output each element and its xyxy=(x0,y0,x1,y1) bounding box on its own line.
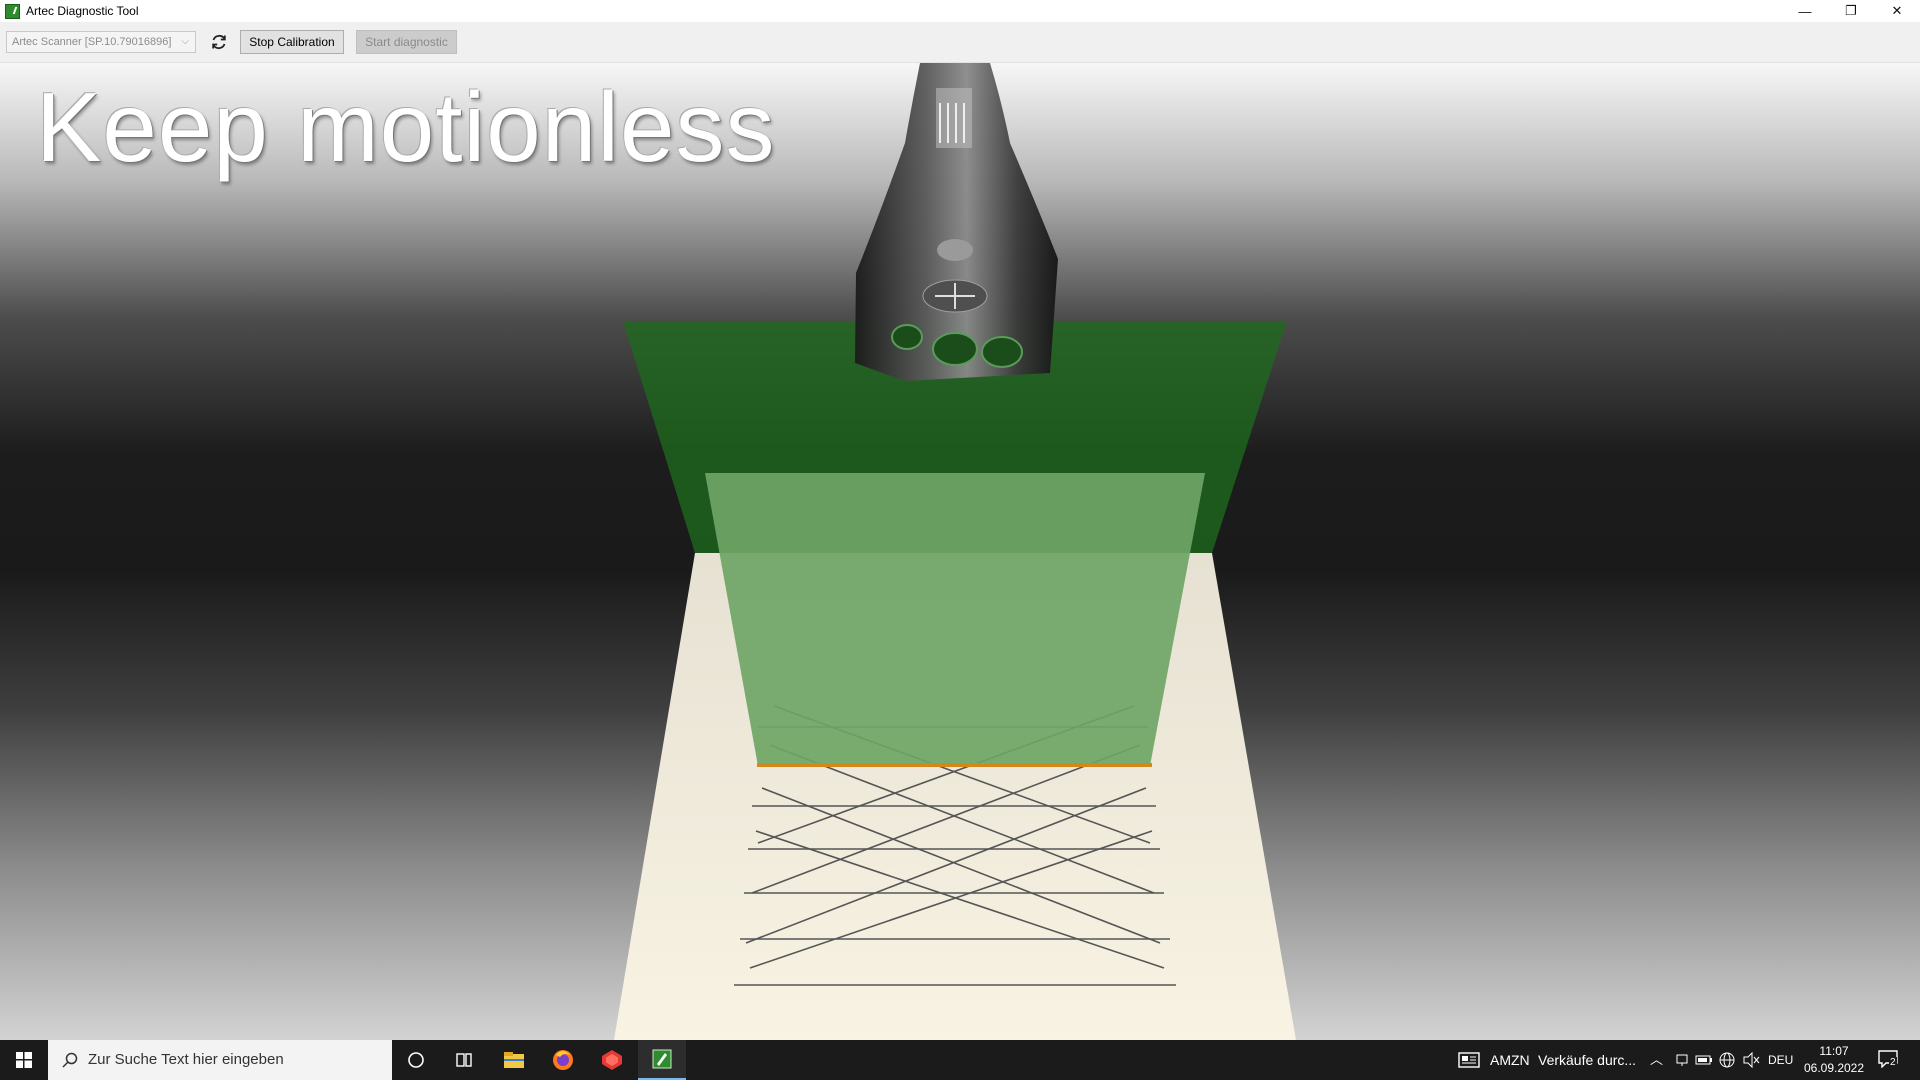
start-diagnostic-button[interactable]: Start diagnostic xyxy=(356,30,457,54)
refresh-icon[interactable] xyxy=(209,32,229,52)
taskbar-search-input[interactable]: Zur Suche Text hier eingeben xyxy=(48,1040,392,1080)
device-select[interactable]: Artec Scanner [SP.10.79016896] ⌵ xyxy=(6,31,196,53)
battery-icon[interactable] xyxy=(1695,1054,1713,1066)
field-of-view-inner xyxy=(705,473,1205,766)
firefox-icon[interactable] xyxy=(539,1040,587,1080)
cortana-icon[interactable] xyxy=(392,1040,440,1080)
window-controls: — ❐ ✕ xyxy=(1782,0,1920,22)
minimize-button[interactable]: — xyxy=(1782,0,1828,22)
device-select-value: Artec Scanner [SP.10.79016896] xyxy=(12,36,172,48)
device-icon[interactable] xyxy=(1675,1053,1689,1067)
news-icon[interactable] xyxy=(1458,1052,1480,1068)
chevron-up-icon[interactable]: ︿ xyxy=(1650,1040,1663,1080)
clock-date: 06.09.2022 xyxy=(1803,1061,1865,1075)
file-explorer-icon[interactable] xyxy=(490,1040,538,1080)
clock[interactable]: 11:07 06.09.2022 xyxy=(1796,1043,1872,1077)
news-ticker[interactable]: AMZN xyxy=(1490,1040,1530,1080)
artec-app-icon xyxy=(5,3,20,19)
close-button[interactable]: ✕ xyxy=(1874,0,1920,22)
windows-start-icon[interactable] xyxy=(0,1040,48,1080)
language-indicator[interactable]: DEU xyxy=(1768,1040,1793,1080)
notification-icon[interactable]: 2 xyxy=(1878,1050,1900,1070)
speaker-muted-icon[interactable] xyxy=(1743,1052,1761,1068)
red-app-icon[interactable] xyxy=(588,1040,636,1080)
search-placeholder: Zur Suche Text hier eingeben xyxy=(88,1051,284,1068)
title-bar: Artec Diagnostic Tool — ❐ ✕ xyxy=(0,0,1920,22)
taskbar: Zur Suche Text hier eingeben AMZN Verkäu… xyxy=(0,1040,1920,1080)
restore-button[interactable]: ❐ xyxy=(1828,0,1874,22)
window-title: Artec Diagnostic Tool xyxy=(26,4,139,18)
search-icon xyxy=(62,1052,78,1068)
calibration-viewport[interactable]: Keep motionless xyxy=(0,63,1920,1040)
chevron-down-icon: ⌵ xyxy=(181,36,189,47)
stop-calibration-button[interactable]: Stop Calibration xyxy=(240,30,344,54)
toolbar: Artec Scanner [SP.10.79016896] ⌵ Stop Ca… xyxy=(0,22,1920,63)
globe-icon[interactable] xyxy=(1719,1052,1735,1068)
notification-count: 2 xyxy=(1889,1057,1897,1068)
news-text[interactable]: Verkäufe durc... xyxy=(1538,1040,1636,1080)
scanner-model xyxy=(855,63,1058,381)
artec-app-icon[interactable] xyxy=(638,1040,686,1080)
calibration-status-text: Keep motionless xyxy=(36,72,776,182)
clock-time: 11:07 xyxy=(1819,1044,1849,1058)
calibration-scene xyxy=(614,63,1296,1040)
scrollbar[interactable] xyxy=(1908,63,1920,1040)
task-view-icon[interactable] xyxy=(440,1040,488,1080)
